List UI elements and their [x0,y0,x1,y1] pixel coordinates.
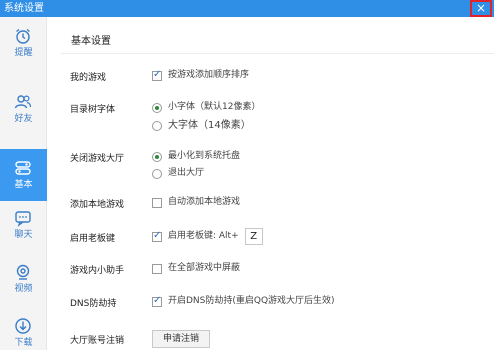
window-title: 系统设置 [4,3,44,14]
sidebar-item-label: 基本 [14,180,33,190]
basic-settings-icon [15,161,31,175]
dns-protection-label: DNS防劫持 [70,299,117,309]
sort-by-add-order-option[interactable]: 按游戏添加顺序排序 [152,69,250,82]
option-text: 退出大厅 [168,168,205,178]
alarm-clock-icon [16,28,30,44]
small-font-option[interactable]: 小字体（默认12像素） [152,102,260,114]
apply-cancel-button[interactable]: 申请注销 [152,330,210,348]
small-font-radio[interactable] [152,102,162,113]
close-hall-label: 关闭游戏大厅 [70,154,125,164]
add-local-games-label: 添加本地游戏 [70,200,125,210]
option-text: 按游戏添加顺序排序 [168,70,250,80]
dns-protection-checkbox[interactable] [152,295,162,307]
my-games-label: 我的游戏 [70,73,107,83]
sidebar-item-label: 视频 [14,284,33,294]
video-camera-icon [16,264,30,280]
sidebar-item-basic[interactable]: 基本 [0,149,47,201]
account-cancel-label: 大厅账号注销 [70,336,125,346]
boss-key-checkbox[interactable] [152,230,162,242]
sidebar-item-video[interactable]: 视频 [0,253,47,305]
option-text: 开启DNS防劫持(重启QQ游戏大厅后生效) [168,296,335,306]
title-bar: 系统设置 × [0,0,494,17]
exit-hall-radio[interactable] [152,168,162,179]
sidebar-item-label: 聊天 [14,230,33,240]
friends-icon [14,95,32,109]
sort-by-add-order-checkbox[interactable] [152,69,162,81]
close-icon: × [475,1,487,15]
boss-key-option[interactable]: 启用老板键: Alt+ Z [152,228,263,245]
large-font-radio[interactable] [152,120,162,131]
chat-bubble-icon [15,211,31,227]
download-icon [15,318,31,334]
exit-hall-option[interactable]: 退出大厅 [152,168,204,180]
sidebar-item-reminder[interactable]: 提醒 [0,17,47,69]
sidebar-item-download[interactable]: 下载 [0,307,47,350]
close-button[interactable]: × [470,0,492,17]
dns-protection-option[interactable]: 开启DNS防劫持(重启QQ游戏大厅后生效) [152,295,335,308]
option-text: 小字体（默认12像素） [168,102,261,112]
boss-key-label: 启用老板键 [70,234,116,244]
sidebar: 提醒 好友 基本 聊天 视频 下载 [0,17,47,350]
boss-key-input[interactable]: Z [244,228,263,245]
minimize-to-tray-option[interactable]: 最小化到系统托盘 [152,151,240,163]
option-text: 在全部游戏中屏蔽 [168,263,241,273]
large-font-option[interactable]: 大字体（14像素） [152,120,251,132]
settings-panel: 基本设置 我的游戏 按游戏添加顺序排序 目录树字体 小字体（默认12像素） 大字… [47,17,494,350]
tree-font-label: 目录树字体 [70,105,116,115]
page-title: 基本设置 [71,36,111,47]
sidebar-item-chat[interactable]: 聊天 [0,199,47,251]
block-in-all-games-option[interactable]: 在全部游戏中屏蔽 [152,263,240,275]
auto-add-local-checkbox[interactable] [152,197,162,208]
sidebar-item-label: 好友 [14,114,33,124]
option-text: 最小化到系统托盘 [168,151,241,161]
in-game-helper-label: 游戏内小助手 [70,266,125,276]
divider [61,53,494,54]
auto-add-local-option[interactable]: 自动添加本地游戏 [152,197,240,209]
option-text: 自动添加本地游戏 [168,197,241,207]
sidebar-item-label: 下载 [14,338,33,348]
sidebar-item-friends[interactable]: 好友 [0,83,47,135]
sidebar-item-label: 提醒 [14,48,33,58]
block-in-all-games-checkbox[interactable] [152,263,162,274]
option-text: 大字体（14像素） [168,120,251,131]
option-text: 启用老板键: Alt+ [168,231,239,241]
minimize-to-tray-radio[interactable] [152,151,162,162]
